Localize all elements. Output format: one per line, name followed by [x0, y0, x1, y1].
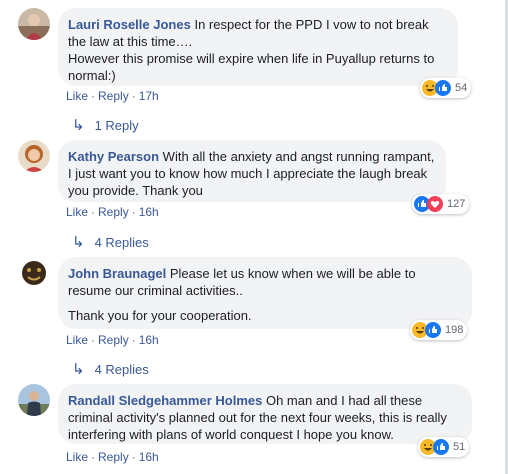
reply-arrow-icon: ↳: [72, 361, 85, 378]
avatar[interactable]: [18, 257, 50, 289]
reaction-count: 54: [455, 82, 468, 94]
reply-button[interactable]: Reply: [98, 333, 129, 347]
avatar[interactable]: [18, 384, 50, 416]
timestamp[interactable]: 16h: [139, 333, 159, 347]
reaction-summary[interactable]: 54: [420, 78, 472, 98]
reaction-count: 127: [447, 198, 466, 210]
reply-button[interactable]: Reply: [98, 205, 129, 219]
view-replies-link[interactable]: ↳ 4 Replies: [72, 233, 149, 251]
like-icon: [435, 80, 451, 96]
replies-label[interactable]: 1 Reply: [95, 118, 139, 133]
reaction-summary[interactable]: 51: [418, 437, 470, 457]
like-button[interactable]: Like: [66, 333, 88, 347]
comment-text: Thank you for your cooperation.: [68, 308, 252, 323]
comment-bubble: Kathy Pearson With all the anxiety and a…: [58, 140, 446, 202]
view-replies-link[interactable]: ↳ 1 Reply: [72, 116, 139, 134]
comment-actions: Like · Reply · 16h: [66, 333, 159, 347]
reaction-summary[interactable]: 127: [412, 194, 470, 214]
replies-label[interactable]: 4 Replies: [95, 362, 149, 377]
reply-arrow-icon: ↳: [72, 117, 85, 134]
like-icon: [425, 322, 441, 338]
reaction-count: 51: [453, 441, 466, 453]
view-replies-link[interactable]: ↳ 4 Replies: [72, 360, 149, 378]
comment-author[interactable]: Lauri Roselle Jones: [68, 17, 191, 32]
comment-text: However this promise will expire when li…: [68, 51, 435, 83]
comment-bubble: John Braunagel Please let us know when w…: [58, 257, 472, 329]
timestamp[interactable]: 16h: [139, 205, 159, 219]
like-icon: [433, 439, 449, 455]
reaction-count: 198: [445, 324, 464, 336]
comment-author[interactable]: John Braunagel: [68, 266, 166, 281]
like-button[interactable]: Like: [66, 89, 88, 103]
comment-author[interactable]: Randall Sledgehammer Holmes: [68, 393, 262, 408]
comment-author[interactable]: Kathy Pearson: [68, 149, 159, 164]
avatar[interactable]: [18, 8, 50, 40]
love-icon: [427, 196, 443, 212]
timestamp[interactable]: 17h: [139, 89, 159, 103]
like-button[interactable]: Like: [66, 450, 88, 464]
reaction-summary[interactable]: 198: [410, 320, 468, 340]
replies-label[interactable]: 4 Replies: [95, 235, 149, 250]
comment-actions: Like · Reply · 16h: [66, 205, 159, 219]
comment-bubble: Lauri Roselle Jones In respect for the P…: [58, 8, 458, 86]
reply-arrow-icon: ↳: [72, 234, 85, 251]
comment-actions: Like · Reply · 16h: [66, 450, 159, 464]
reply-button[interactable]: Reply: [98, 450, 129, 464]
timestamp[interactable]: 16h: [139, 450, 159, 464]
comment-actions: Like · Reply · 17h: [66, 89, 159, 103]
reply-button[interactable]: Reply: [98, 89, 129, 103]
avatar[interactable]: [18, 140, 50, 172]
like-button[interactable]: Like: [66, 205, 88, 219]
comment-bubble: Randall Sledgehammer Holmes Oh man and I…: [58, 384, 472, 444]
